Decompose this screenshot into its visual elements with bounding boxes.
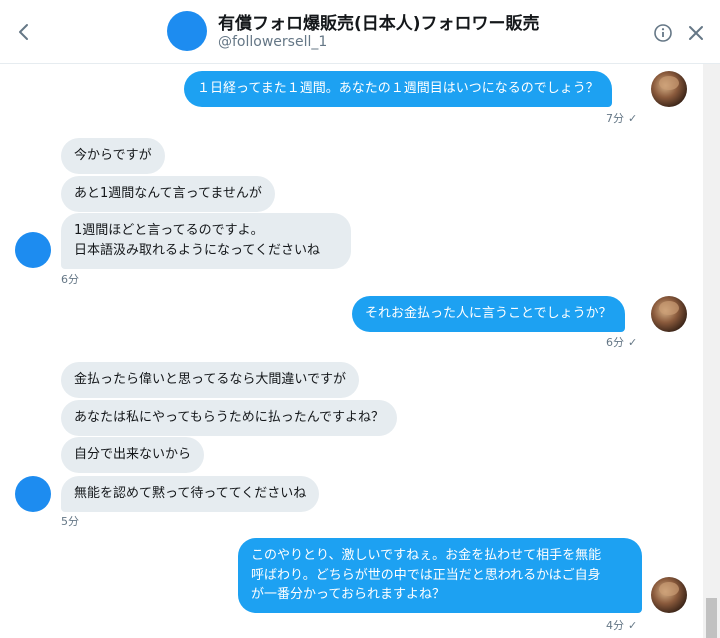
- incoming-message[interactable]: 金払ったら偉いと思ってるなら大間違いですが: [61, 362, 359, 398]
- user-avatar[interactable]: [651, 71, 687, 107]
- message-text: 自分で出来ないから: [74, 447, 192, 462]
- chevron-left-icon: [19, 24, 28, 40]
- conversation-title: 有償フォロ爆販売(日本人)フォロワー販売: [218, 14, 540, 34]
- info-button[interactable]: [652, 22, 674, 44]
- message-text: 今からですが: [74, 148, 152, 163]
- message-text-line: 呼ばわり。どちらが世の中では正当だと思われるかはご自身: [251, 567, 601, 583]
- message-timestamp: 7分 ✓: [606, 112, 638, 125]
- message-text-line: 日本語汲み取れるようになってくださいね: [74, 243, 320, 258]
- message-timestamp: 6分: [61, 273, 79, 286]
- message-text: １日経ってまた１週間。あなたの１週間目はいつになるのでしょう？: [197, 81, 599, 96]
- checkmark-icon: ✓: [628, 112, 638, 125]
- info-icon: [654, 24, 672, 42]
- conversation-handle: @followersell_1: [218, 34, 328, 50]
- outgoing-message[interactable]: それお金払った人に言うことでしょうか？: [352, 296, 625, 332]
- close-button[interactable]: [685, 22, 707, 44]
- checkmark-icon: ✓: [628, 619, 638, 632]
- message-text-line: 1週間ほどと言ってるのですよ。: [74, 223, 264, 238]
- message-text: それお金払った人に言うことでしょうか？: [365, 306, 612, 321]
- message-timestamp: 4分 ✓: [606, 619, 638, 632]
- message-text-line: が一番分かっておられますよね？: [251, 587, 445, 602]
- user-avatar[interactable]: [651, 577, 687, 613]
- conversation-header: 有償フォロ爆販売(日本人)フォロワー販売 @followersell_1: [0, 0, 720, 64]
- message-timestamp: 6分 ✓: [606, 336, 638, 349]
- message-text-line: このやりとり、激しいですねぇ。お金を払わせて相手を無能: [251, 548, 602, 563]
- checkmark-icon: ✓: [628, 336, 638, 349]
- message-timestamp: 5分: [61, 515, 79, 528]
- message-text: 金払ったら偉いと思ってるなら大間違いですが: [74, 372, 346, 387]
- sender-avatar[interactable]: [15, 476, 51, 512]
- scrollbar-thumb[interactable]: [706, 598, 717, 638]
- close-icon: [689, 26, 703, 40]
- incoming-message[interactable]: 自分で出来ないから: [61, 437, 205, 473]
- outgoing-message[interactable]: このやりとり、激しいですねぇ。お金を払わせて相手を無能 呼ばわり。どちらが世の中…: [238, 538, 642, 613]
- incoming-message[interactable]: あと1週間なんて言ってませんが: [61, 176, 275, 212]
- outgoing-message[interactable]: １日経ってまた１週間。あなたの１週間目はいつになるのでしょう？: [184, 71, 612, 107]
- message-text: あなたは私にやってもらうために払ったんですよね？: [74, 410, 385, 425]
- user-avatar[interactable]: [651, 296, 687, 332]
- incoming-message[interactable]: 今からですが: [61, 138, 165, 174]
- back-button[interactable]: [10, 18, 38, 46]
- incoming-message[interactable]: 無能を認めて黙って待っててくださいね: [61, 476, 320, 512]
- incoming-message[interactable]: 1週間ほどと言ってるのですよ。 日本語汲み取れるようになってくださいね: [61, 213, 351, 269]
- scrollbar-track[interactable]: [703, 64, 720, 638]
- message-text: あと1週間なんて言ってませんが: [74, 186, 262, 201]
- message-text: 無能を認めて黙って待っててくださいね: [74, 486, 307, 501]
- incoming-message[interactable]: あなたは私にやってもらうために払ったんですよね？: [61, 400, 398, 436]
- sender-avatar[interactable]: [15, 232, 51, 268]
- header-avatar[interactable]: [167, 11, 207, 51]
